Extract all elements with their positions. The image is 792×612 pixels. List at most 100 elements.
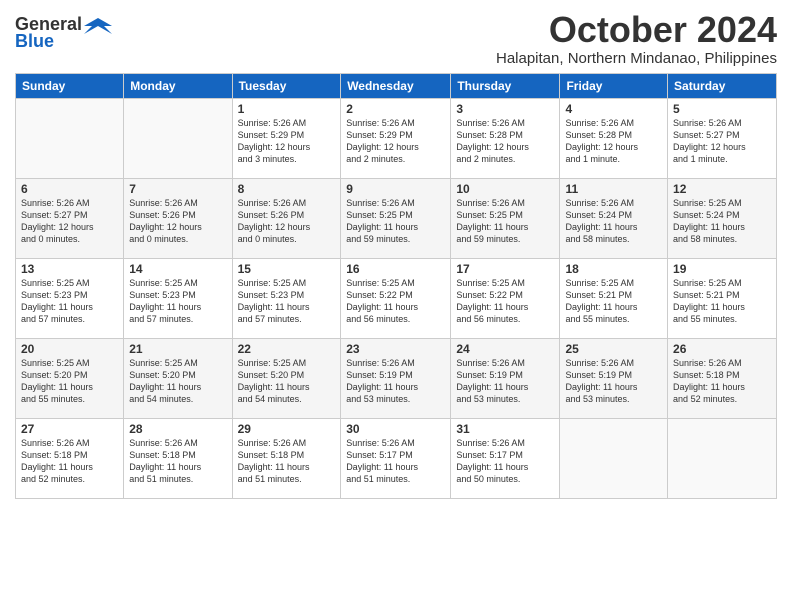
logo-bird-icon: [84, 16, 112, 34]
calendar-header-monday: Monday: [124, 73, 232, 98]
calendar-cell: 29Sunrise: 5:26 AM Sunset: 5:18 PM Dayli…: [232, 418, 341, 498]
calendar-cell: 19Sunrise: 5:25 AM Sunset: 5:21 PM Dayli…: [668, 258, 777, 338]
calendar-cell: 26Sunrise: 5:26 AM Sunset: 5:18 PM Dayli…: [668, 338, 777, 418]
day-detail: Sunrise: 5:26 AM Sunset: 5:24 PM Dayligh…: [565, 197, 662, 246]
calendar-table: SundayMondayTuesdayWednesdayThursdayFrid…: [15, 73, 777, 499]
calendar-cell: 9Sunrise: 5:26 AM Sunset: 5:25 PM Daylig…: [341, 178, 451, 258]
calendar-week-row: 13Sunrise: 5:25 AM Sunset: 5:23 PM Dayli…: [16, 258, 777, 338]
main-container: General Blue October 2024 Halapitan, Nor…: [0, 0, 792, 504]
day-number: 10: [456, 182, 554, 196]
calendar-cell: 15Sunrise: 5:25 AM Sunset: 5:23 PM Dayli…: [232, 258, 341, 338]
day-number: 26: [673, 342, 771, 356]
calendar-cell: 24Sunrise: 5:26 AM Sunset: 5:19 PM Dayli…: [451, 338, 560, 418]
calendar-week-row: 20Sunrise: 5:25 AM Sunset: 5:20 PM Dayli…: [16, 338, 777, 418]
day-number: 15: [238, 262, 336, 276]
day-detail: Sunrise: 5:25 AM Sunset: 5:20 PM Dayligh…: [129, 357, 226, 406]
calendar-cell: 20Sunrise: 5:25 AM Sunset: 5:20 PM Dayli…: [16, 338, 124, 418]
day-number: 5: [673, 102, 771, 116]
calendar-cell: 18Sunrise: 5:25 AM Sunset: 5:21 PM Dayli…: [560, 258, 668, 338]
calendar-header-wednesday: Wednesday: [341, 73, 451, 98]
calendar-cell: 6Sunrise: 5:26 AM Sunset: 5:27 PM Daylig…: [16, 178, 124, 258]
day-detail: Sunrise: 5:26 AM Sunset: 5:25 PM Dayligh…: [346, 197, 445, 246]
day-detail: Sunrise: 5:25 AM Sunset: 5:23 PM Dayligh…: [129, 277, 226, 326]
day-number: 18: [565, 262, 662, 276]
day-number: 25: [565, 342, 662, 356]
day-detail: Sunrise: 5:26 AM Sunset: 5:26 PM Dayligh…: [238, 197, 336, 246]
calendar-cell: 12Sunrise: 5:25 AM Sunset: 5:24 PM Dayli…: [668, 178, 777, 258]
day-detail: Sunrise: 5:26 AM Sunset: 5:26 PM Dayligh…: [129, 197, 226, 246]
calendar-cell: 10Sunrise: 5:26 AM Sunset: 5:25 PM Dayli…: [451, 178, 560, 258]
calendar-header-friday: Friday: [560, 73, 668, 98]
day-number: 11: [565, 182, 662, 196]
calendar-cell: 11Sunrise: 5:26 AM Sunset: 5:24 PM Dayli…: [560, 178, 668, 258]
calendar-cell: 3Sunrise: 5:26 AM Sunset: 5:28 PM Daylig…: [451, 98, 560, 178]
day-detail: Sunrise: 5:26 AM Sunset: 5:27 PM Dayligh…: [21, 197, 118, 246]
calendar-header-sunday: Sunday: [16, 73, 124, 98]
logo: General Blue: [15, 14, 112, 52]
calendar-week-row: 1Sunrise: 5:26 AM Sunset: 5:29 PM Daylig…: [16, 98, 777, 178]
day-detail: Sunrise: 5:25 AM Sunset: 5:21 PM Dayligh…: [673, 277, 771, 326]
day-detail: Sunrise: 5:25 AM Sunset: 5:21 PM Dayligh…: [565, 277, 662, 326]
calendar-week-row: 6Sunrise: 5:26 AM Sunset: 5:27 PM Daylig…: [16, 178, 777, 258]
day-number: 17: [456, 262, 554, 276]
day-detail: Sunrise: 5:26 AM Sunset: 5:28 PM Dayligh…: [565, 117, 662, 166]
calendar-cell: 16Sunrise: 5:25 AM Sunset: 5:22 PM Dayli…: [341, 258, 451, 338]
day-detail: Sunrise: 5:25 AM Sunset: 5:20 PM Dayligh…: [21, 357, 118, 406]
calendar-week-row: 27Sunrise: 5:26 AM Sunset: 5:18 PM Dayli…: [16, 418, 777, 498]
calendar-cell: 25Sunrise: 5:26 AM Sunset: 5:19 PM Dayli…: [560, 338, 668, 418]
calendar-header-tuesday: Tuesday: [232, 73, 341, 98]
location-title: Halapitan, Northern Mindanao, Philippine…: [496, 50, 777, 67]
day-detail: Sunrise: 5:25 AM Sunset: 5:22 PM Dayligh…: [456, 277, 554, 326]
header-area: General Blue October 2024 Halapitan, Nor…: [15, 10, 777, 67]
calendar-cell: 4Sunrise: 5:26 AM Sunset: 5:28 PM Daylig…: [560, 98, 668, 178]
day-detail: Sunrise: 5:25 AM Sunset: 5:20 PM Dayligh…: [238, 357, 336, 406]
day-number: 19: [673, 262, 771, 276]
day-number: 16: [346, 262, 445, 276]
title-area: October 2024 Halapitan, Northern Mindana…: [496, 10, 777, 67]
day-number: 9: [346, 182, 445, 196]
day-number: 28: [129, 422, 226, 436]
day-detail: Sunrise: 5:26 AM Sunset: 5:28 PM Dayligh…: [456, 117, 554, 166]
calendar-cell: 7Sunrise: 5:26 AM Sunset: 5:26 PM Daylig…: [124, 178, 232, 258]
logo-blue: Blue: [15, 31, 54, 52]
day-detail: Sunrise: 5:26 AM Sunset: 5:19 PM Dayligh…: [565, 357, 662, 406]
day-detail: Sunrise: 5:26 AM Sunset: 5:18 PM Dayligh…: [673, 357, 771, 406]
calendar-cell: [668, 418, 777, 498]
day-number: 21: [129, 342, 226, 356]
day-detail: Sunrise: 5:26 AM Sunset: 5:25 PM Dayligh…: [456, 197, 554, 246]
day-number: 24: [456, 342, 554, 356]
day-number: 6: [21, 182, 118, 196]
day-detail: Sunrise: 5:25 AM Sunset: 5:24 PM Dayligh…: [673, 197, 771, 246]
calendar-cell: 22Sunrise: 5:25 AM Sunset: 5:20 PM Dayli…: [232, 338, 341, 418]
calendar-cell: 13Sunrise: 5:25 AM Sunset: 5:23 PM Dayli…: [16, 258, 124, 338]
day-number: 2: [346, 102, 445, 116]
day-number: 22: [238, 342, 336, 356]
calendar-cell: 28Sunrise: 5:26 AM Sunset: 5:18 PM Dayli…: [124, 418, 232, 498]
calendar-cell: [16, 98, 124, 178]
day-number: 31: [456, 422, 554, 436]
day-number: 12: [673, 182, 771, 196]
day-detail: Sunrise: 5:26 AM Sunset: 5:18 PM Dayligh…: [129, 437, 226, 486]
day-detail: Sunrise: 5:26 AM Sunset: 5:18 PM Dayligh…: [238, 437, 336, 486]
day-number: 7: [129, 182, 226, 196]
day-number: 8: [238, 182, 336, 196]
day-number: 4: [565, 102, 662, 116]
calendar-cell: 17Sunrise: 5:25 AM Sunset: 5:22 PM Dayli…: [451, 258, 560, 338]
month-title: October 2024: [496, 10, 777, 50]
day-detail: Sunrise: 5:25 AM Sunset: 5:23 PM Dayligh…: [238, 277, 336, 326]
day-detail: Sunrise: 5:25 AM Sunset: 5:22 PM Dayligh…: [346, 277, 445, 326]
day-number: 14: [129, 262, 226, 276]
calendar-cell: 21Sunrise: 5:25 AM Sunset: 5:20 PM Dayli…: [124, 338, 232, 418]
day-detail: Sunrise: 5:26 AM Sunset: 5:18 PM Dayligh…: [21, 437, 118, 486]
calendar-cell: [560, 418, 668, 498]
calendar-cell: 14Sunrise: 5:25 AM Sunset: 5:23 PM Dayli…: [124, 258, 232, 338]
day-detail: Sunrise: 5:26 AM Sunset: 5:29 PM Dayligh…: [238, 117, 336, 166]
day-number: 27: [21, 422, 118, 436]
day-number: 3: [456, 102, 554, 116]
calendar-cell: 27Sunrise: 5:26 AM Sunset: 5:18 PM Dayli…: [16, 418, 124, 498]
calendar-header-row: SundayMondayTuesdayWednesdayThursdayFrid…: [16, 73, 777, 98]
calendar-cell: 1Sunrise: 5:26 AM Sunset: 5:29 PM Daylig…: [232, 98, 341, 178]
day-detail: Sunrise: 5:26 AM Sunset: 5:29 PM Dayligh…: [346, 117, 445, 166]
calendar-cell: 23Sunrise: 5:26 AM Sunset: 5:19 PM Dayli…: [341, 338, 451, 418]
day-number: 20: [21, 342, 118, 356]
